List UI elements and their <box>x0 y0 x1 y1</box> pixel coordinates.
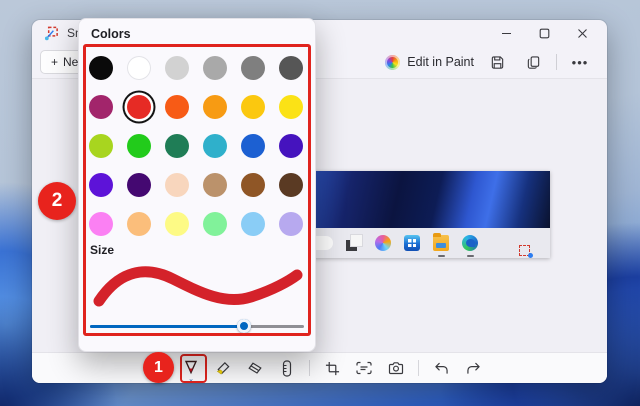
copy-button[interactable] <box>520 50 546 74</box>
text-actions-tool[interactable] <box>352 356 376 380</box>
step-1-badge: 1 <box>143 352 174 383</box>
toolbar-divider <box>309 360 310 376</box>
color-swatch[interactable] <box>203 95 227 119</box>
screenshot-wallpaper <box>313 171 550 228</box>
crop-icon <box>325 361 340 376</box>
minimize-icon <box>501 28 512 39</box>
captured-screenshot <box>313 171 550 258</box>
command-bar-actions: Edit in Paint ••• <box>385 50 593 74</box>
color-swatch[interactable] <box>241 173 265 197</box>
color-swatch[interactable] <box>203 173 227 197</box>
drawing-toolbar: ⌄ <box>32 352 607 383</box>
camera-icon <box>388 361 404 375</box>
color-swatch[interactable] <box>127 134 151 158</box>
maximize-icon <box>539 28 550 39</box>
minimize-button[interactable] <box>487 21 525 45</box>
colors-flyout: Colors Size <box>78 18 316 352</box>
colors-flyout-title: Colors <box>91 27 131 41</box>
copy-icon <box>526 55 541 70</box>
color-swatch[interactable] <box>279 212 303 236</box>
color-swatch[interactable] <box>279 95 303 119</box>
paint-icon <box>385 55 400 70</box>
crop-tool[interactable] <box>320 356 344 380</box>
plus-icon: + <box>51 55 58 69</box>
color-swatch[interactable] <box>89 95 113 119</box>
snipping-overlay-icon <box>519 245 530 256</box>
color-swatch[interactable] <box>89 134 113 158</box>
task-view-icon <box>346 235 362 251</box>
color-swatch[interactable] <box>127 95 151 119</box>
color-swatch[interactable] <box>127 212 151 236</box>
command-bar-divider <box>556 54 557 70</box>
eraser-tool[interactable] <box>243 356 267 380</box>
undo-button[interactable] <box>429 356 453 380</box>
camera-tool[interactable] <box>384 356 408 380</box>
color-swatch[interactable] <box>165 212 189 236</box>
ellipsis-icon: ••• <box>572 55 589 70</box>
color-swatch[interactable] <box>89 56 113 80</box>
toolbar-divider <box>418 360 419 376</box>
size-label: Size <box>90 243 114 257</box>
color-swatch[interactable] <box>279 173 303 197</box>
color-swatch[interactable] <box>241 212 265 236</box>
edit-in-paint-button[interactable]: Edit in Paint <box>385 55 474 70</box>
close-icon <box>577 28 588 39</box>
color-swatch[interactable] <box>127 56 151 80</box>
snipping-tool-app-icon <box>44 26 59 41</box>
redo-icon <box>466 362 481 375</box>
maximize-button[interactable] <box>525 21 563 45</box>
color-swatch[interactable] <box>279 134 303 158</box>
redo-button[interactable] <box>461 356 485 380</box>
slider-fill <box>90 325 244 328</box>
save-icon <box>490 55 505 70</box>
color-swatch[interactable] <box>279 56 303 80</box>
color-swatch[interactable] <box>165 134 189 158</box>
color-swatch[interactable] <box>165 173 189 197</box>
color-swatch[interactable] <box>241 56 265 80</box>
edit-in-paint-label: Edit in Paint <box>407 55 474 69</box>
pen-tool-highlight-box <box>180 354 207 383</box>
file-explorer-icon <box>433 235 449 251</box>
ruler-icon <box>282 360 292 377</box>
stroke-size-preview <box>89 257 305 315</box>
ruler-tool[interactable] <box>275 356 299 380</box>
text-actions-icon <box>356 361 372 375</box>
color-palette <box>89 56 303 236</box>
color-swatch[interactable] <box>203 134 227 158</box>
color-swatch[interactable] <box>165 56 189 80</box>
save-button[interactable] <box>484 50 510 74</box>
size-slider[interactable] <box>90 319 304 333</box>
store-icon <box>404 235 420 251</box>
edge-icon <box>462 235 478 251</box>
color-swatch[interactable] <box>89 212 113 236</box>
undo-icon <box>434 362 449 375</box>
more-options-button[interactable]: ••• <box>567 50 593 74</box>
eraser-icon <box>247 361 263 375</box>
step-2-badge: 2 <box>38 182 76 220</box>
color-swatch[interactable] <box>241 134 265 158</box>
color-swatch[interactable] <box>203 212 227 236</box>
color-swatch[interactable] <box>241 95 265 119</box>
close-button[interactable] <box>563 21 601 45</box>
copilot-icon <box>375 235 391 251</box>
color-swatch[interactable] <box>203 56 227 80</box>
highlighter-icon <box>215 361 231 376</box>
highlighter-tool[interactable] <box>211 356 235 380</box>
slider-thumb[interactable] <box>237 319 251 333</box>
new-button-label: Ne <box>63 55 78 69</box>
color-swatch[interactable] <box>89 173 113 197</box>
screenshot-taskbar <box>313 228 550 258</box>
color-swatch[interactable] <box>127 173 151 197</box>
window-controls <box>487 21 601 45</box>
color-swatch[interactable] <box>165 95 189 119</box>
